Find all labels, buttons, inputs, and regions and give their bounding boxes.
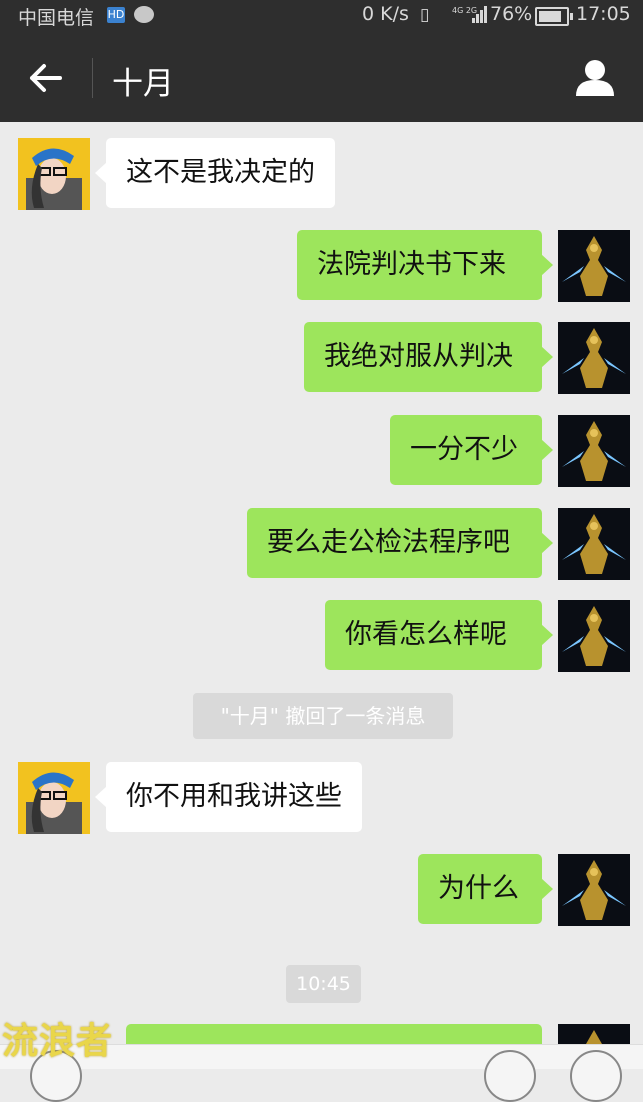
girl-avatar-icon — [18, 762, 90, 834]
sent-message[interactable]: 一分不少 — [390, 415, 553, 485]
hd-badge-icon: HD — [107, 7, 125, 23]
watermark: 流浪者 — [2, 1021, 114, 1062]
sent-message[interactable]: 为什么 — [418, 854, 553, 924]
network-speed: 0 K/s — [362, 3, 409, 25]
received-message[interactable]: 这不是我决定的 — [95, 138, 335, 208]
back-arrow-icon — [30, 64, 62, 92]
armored-warrior-avatar-icon — [558, 600, 630, 672]
header-divider — [92, 58, 93, 98]
armored-warrior-avatar-icon — [558, 508, 630, 580]
my-avatar[interactable] — [558, 230, 630, 302]
vibrate-icon: ▯ — [420, 5, 430, 25]
sent-message[interactable]: 我绝对服从判决 — [304, 322, 553, 392]
person-icon — [576, 60, 614, 96]
emoji-button[interactable] — [484, 1050, 536, 1102]
my-avatar[interactable] — [558, 322, 630, 394]
carrier-name: 中国电信 — [18, 7, 95, 29]
sent-message[interactable]: 法院判决书下来 — [297, 230, 553, 300]
back-button[interactable] — [18, 54, 74, 102]
network-type-label: 4G 2G — [452, 6, 477, 15]
battery-percent: 76% — [490, 3, 533, 25]
message-list[interactable]: 这不是我决定的 法院判决书下来 我绝对服从判决 一分不少 要么走公检法程序吧 你… — [0, 122, 643, 1064]
armored-warrior-avatar-icon — [558, 415, 630, 487]
chat-header: 十月 — [0, 32, 643, 122]
armored-warrior-avatar-icon — [558, 322, 630, 394]
battery-icon — [535, 7, 573, 26]
recalled-message-notice: "十月" 撤回了一条消息 — [193, 693, 453, 739]
timestamp: 10:45 — [286, 965, 361, 1003]
my-avatar[interactable] — [558, 600, 630, 672]
contact-avatar[interactable] — [18, 762, 90, 834]
armored-warrior-avatar-icon — [558, 854, 630, 926]
my-avatar[interactable] — [558, 854, 630, 926]
signal-icon: 4G 2G — [452, 6, 487, 23]
armored-warrior-avatar-icon — [558, 230, 630, 302]
chat-title: 十月 — [112, 66, 174, 102]
status-bar: 中国电信 HD 0 K/s ▯ 4G 2G 76% 17:05 — [0, 0, 643, 32]
clock: 17:05 — [576, 3, 631, 25]
my-avatar[interactable] — [558, 508, 630, 580]
sent-message[interactable]: 你看怎么样呢 — [325, 600, 553, 670]
contact-info-button[interactable] — [570, 54, 620, 102]
girl-avatar-icon — [18, 138, 90, 210]
message-notification-icon — [134, 6, 154, 23]
contact-avatar[interactable] — [18, 138, 90, 210]
my-avatar[interactable] — [558, 415, 630, 487]
received-message[interactable]: 你不用和我讲这些 — [95, 762, 362, 832]
sent-message[interactable]: 要么走公检法程序吧 — [247, 508, 553, 578]
more-options-button[interactable] — [570, 1050, 622, 1102]
